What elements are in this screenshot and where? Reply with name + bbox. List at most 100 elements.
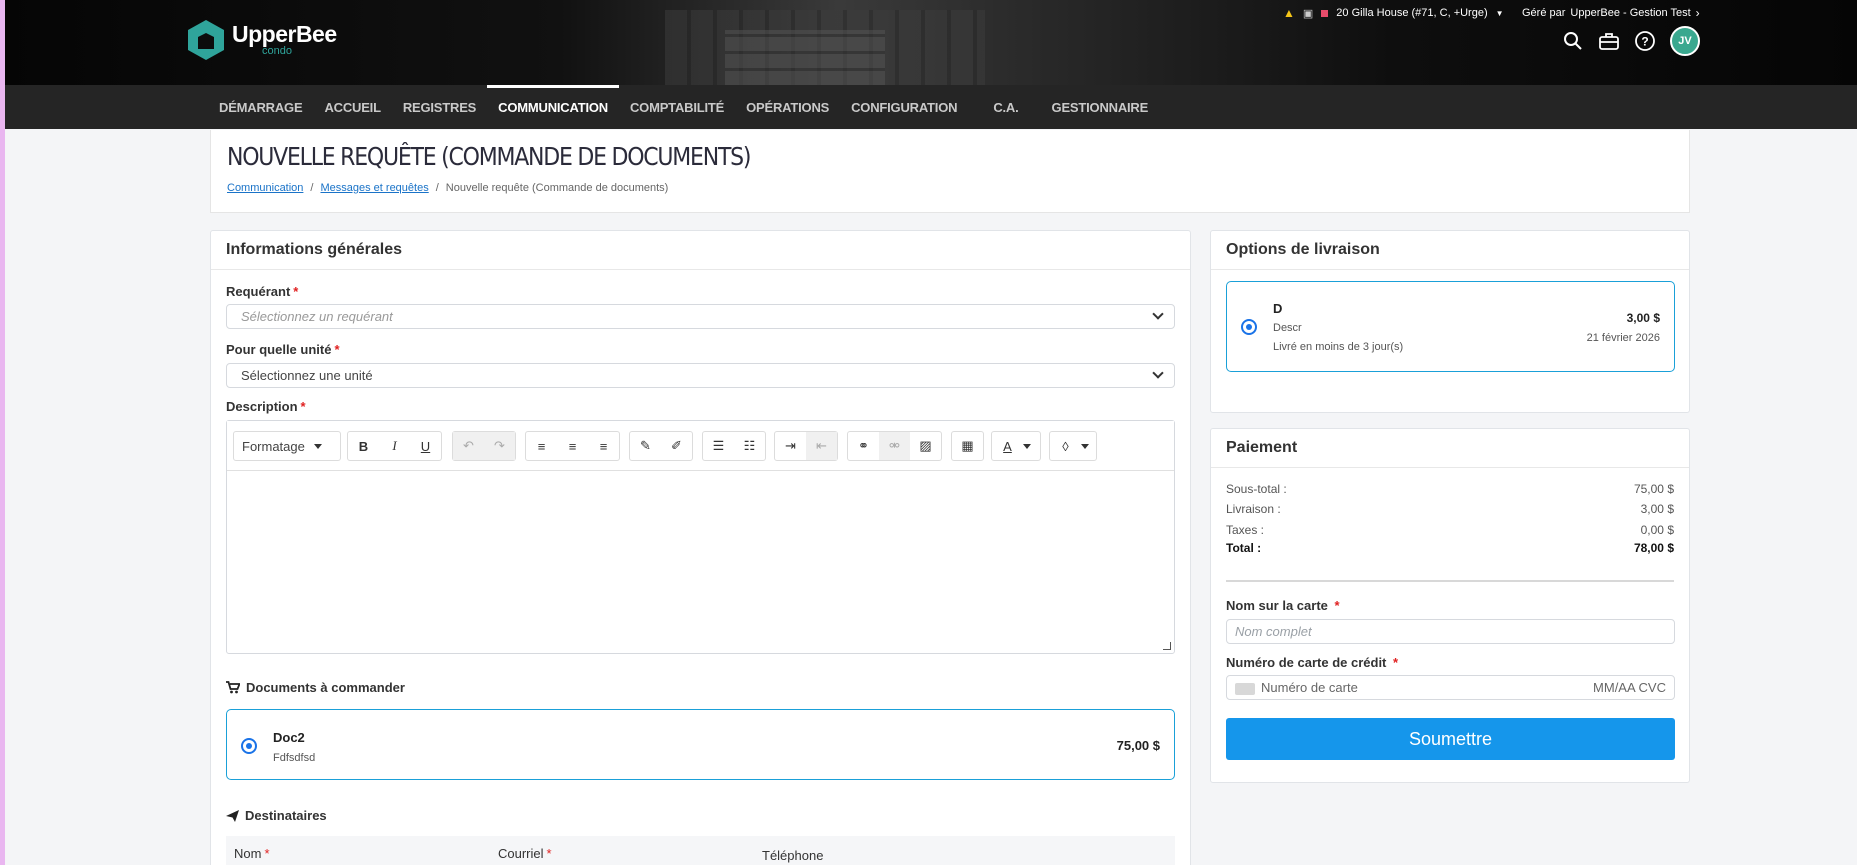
page-title: NOUVELLE REQUÊTE (COMMANDE DE DOCUMENTS) bbox=[227, 142, 751, 171]
table-icon[interactable]: ▦ bbox=[952, 432, 983, 460]
align-right-icon[interactable]: ≡ bbox=[588, 432, 619, 460]
unit-label: Pour quelle unité * bbox=[226, 342, 340, 357]
format-painter-icon[interactable]: ✐ bbox=[661, 432, 692, 460]
required-mark: * bbox=[300, 399, 306, 414]
breadcrumb-current: Nouvelle requête (Commande de documents) bbox=[445, 182, 669, 194]
delivery-options-card: Options de livraison D Descr Livré en mo… bbox=[1210, 230, 1690, 413]
taxes-label: Taxes : bbox=[1226, 523, 1265, 537]
outdent-icon[interactable]: ⇤ bbox=[806, 432, 837, 460]
search-icon[interactable] bbox=[1562, 30, 1584, 52]
bold-icon[interactable]: B bbox=[348, 432, 379, 460]
column-name-text: Nom bbox=[234, 846, 262, 861]
bullet-list-icon[interactable]: ☰ bbox=[703, 432, 734, 460]
list-group: ☰ ☷ bbox=[702, 431, 766, 461]
align-group: ≡ ≡ ≡ bbox=[525, 431, 620, 461]
property-selector[interactable]: ▲ ▣ 20 Gilla House (#71, C, +Urge) ▼ bbox=[1283, 6, 1504, 20]
document-radio[interactable] bbox=[241, 738, 257, 754]
description-editor: Formatage B I U ↶ ↷ ≡ ≡ ≡ ✎ ✐ ☰ ☷ ⇥ ⇤ ⚭ … bbox=[226, 420, 1175, 654]
delivery-option[interactable]: D Descr Livré en moins de 3 jour(s) 3,00… bbox=[1226, 281, 1675, 372]
requester-select[interactable]: Sélectionnez un requérant bbox=[226, 304, 1175, 329]
breadcrumb-communication[interactable]: Communication bbox=[227, 182, 303, 194]
toolbox-icon[interactable] bbox=[1598, 30, 1620, 52]
delivery-label: Livraison : bbox=[1226, 502, 1281, 516]
payment-title: Paiement bbox=[1211, 429, 1689, 468]
main-nav: DÉMARRAGE ACCUEIL REGISTRES COMMUNICATION CO… bbox=[5, 85, 1857, 129]
align-left-icon[interactable]: ≡ bbox=[526, 432, 557, 460]
chevron-right-icon: › bbox=[1695, 6, 1700, 20]
alert-square-icon bbox=[1321, 9, 1329, 17]
total-label: Total : bbox=[1226, 541, 1262, 555]
window-edge bbox=[0, 0, 5, 865]
general-info-title: Informations générales bbox=[211, 231, 1190, 270]
nav-item-d-marrage[interactable]: DÉMARRAGE bbox=[208, 85, 313, 129]
managed-by[interactable]: Géré par UpperBee - Gestion Test › bbox=[1522, 6, 1700, 20]
delivery-eta: Livré en moins de 3 jour(s) bbox=[1273, 341, 1404, 353]
numbered-list-icon[interactable]: ☷ bbox=[734, 432, 765, 460]
delivery-value: 3,00 $ bbox=[1640, 502, 1674, 516]
underline-icon[interactable]: U bbox=[410, 432, 441, 460]
column-header-email: Courriel * bbox=[498, 846, 552, 861]
card-number-input[interactable]: Numéro de carte MM/AA CVC bbox=[1226, 675, 1675, 700]
column-header-name: Nom * bbox=[234, 846, 270, 861]
unit-select[interactable]: Sélectionnez une unité bbox=[226, 363, 1175, 388]
logo-hex-icon bbox=[188, 20, 224, 60]
font-color-dropdown[interactable]: A bbox=[991, 431, 1041, 461]
nav-item-comptabilit[interactable]: COMPTABILITÉ bbox=[619, 85, 735, 129]
image-icon[interactable]: ▨ bbox=[910, 432, 941, 460]
chevron-down-icon bbox=[1152, 308, 1164, 320]
documents-section-title: Documents à commander bbox=[226, 680, 405, 695]
card-number-label: Numéro de carte de crédit * bbox=[1226, 655, 1398, 670]
align-center-icon[interactable]: ≡ bbox=[557, 432, 588, 460]
clear-format-icon[interactable]: ✎ bbox=[630, 432, 661, 460]
breadcrumb: Communication / Messages et requêtes / N… bbox=[227, 182, 668, 194]
column-header-phone: Téléphone bbox=[762, 848, 824, 863]
document-option[interactable]: Doc2 Fdfsdfsd 75,00 $ bbox=[226, 709, 1175, 780]
editor-toolbar: Formatage B I U ↶ ↷ ≡ ≡ ≡ ✎ ✐ ☰ ☷ ⇥ ⇤ ⚭ … bbox=[227, 421, 1174, 471]
italic-icon[interactable]: I bbox=[379, 432, 410, 460]
requester-label: Requérant * bbox=[226, 284, 298, 299]
nav-item-c-a[interactable]: C.A. bbox=[968, 85, 1040, 129]
managed-prefix: Géré par bbox=[1522, 7, 1566, 19]
nav-item-communication[interactable]: COMMUNICATION bbox=[487, 85, 619, 129]
resize-handle-icon[interactable] bbox=[1163, 642, 1171, 650]
nav-item-configuration[interactable]: CONFIGURATION bbox=[840, 85, 968, 129]
format-dropdown[interactable]: Formatage bbox=[233, 431, 341, 461]
card-name-input[interactable]: Nom complet bbox=[1226, 619, 1675, 644]
submit-button[interactable]: Soumettre bbox=[1226, 718, 1675, 760]
top-icons: ? JV bbox=[1562, 26, 1700, 56]
avatar[interactable]: JV bbox=[1670, 26, 1700, 56]
breadcrumb-separator: / bbox=[435, 182, 439, 194]
breadcrumb-messages[interactable]: Messages et requêtes bbox=[320, 182, 428, 194]
delivery-radio[interactable] bbox=[1241, 319, 1257, 335]
nav-item-registres[interactable]: REGISTRES bbox=[392, 85, 487, 129]
required-mark: * bbox=[1334, 598, 1340, 613]
general-info-card: Informations générales Requérant * Sélect… bbox=[210, 230, 1191, 865]
cart-icon bbox=[226, 681, 240, 694]
send-icon bbox=[226, 809, 239, 822]
subtotal-value: 75,00 $ bbox=[1633, 482, 1674, 496]
property-name: 20 Gilla House (#71, C, +Urge) bbox=[1336, 7, 1488, 19]
nav-item-op-rations[interactable]: OPÉRATIONS bbox=[735, 85, 840, 129]
page-header: NOUVELLE REQUÊTE (COMMANDE DE DOCUMENTS)… bbox=[210, 130, 1690, 213]
logo[interactable]: UpperBee condo bbox=[188, 20, 337, 60]
droplet-icon: ◊ bbox=[1062, 438, 1069, 454]
indent-icon[interactable]: ⇥ bbox=[775, 432, 806, 460]
nav-item-gestionnaire[interactable]: GESTIONNAIRE bbox=[1041, 85, 1160, 129]
delivery-date: 21 février 2026 bbox=[1586, 332, 1660, 344]
undo-icon[interactable]: ↶ bbox=[453, 432, 484, 460]
redo-icon[interactable]: ↷ bbox=[484, 432, 515, 460]
recipients-table-header: Nom * Courriel * Téléphone bbox=[226, 836, 1175, 865]
indent-group: ⇥ ⇤ bbox=[774, 431, 838, 461]
required-mark: * bbox=[334, 342, 340, 357]
total-row: Total : 78,00 $ bbox=[1226, 541, 1674, 555]
editor-content[interactable] bbox=[227, 471, 1174, 653]
nav-item-accueil[interactable]: ACCUEIL bbox=[313, 85, 391, 129]
bg-color-dropdown[interactable]: ◊ bbox=[1049, 431, 1097, 461]
help-icon[interactable]: ? bbox=[1634, 30, 1656, 52]
total-value: 78,00 $ bbox=[1633, 541, 1674, 555]
breadcrumb-separator: / bbox=[310, 182, 314, 194]
document-name: Doc2 bbox=[273, 730, 305, 745]
link-icon[interactable]: ⚭ bbox=[848, 432, 879, 460]
unlink-icon[interactable]: ⚮ bbox=[879, 432, 910, 460]
requester-placeholder: Sélectionnez un requérant bbox=[241, 309, 393, 324]
